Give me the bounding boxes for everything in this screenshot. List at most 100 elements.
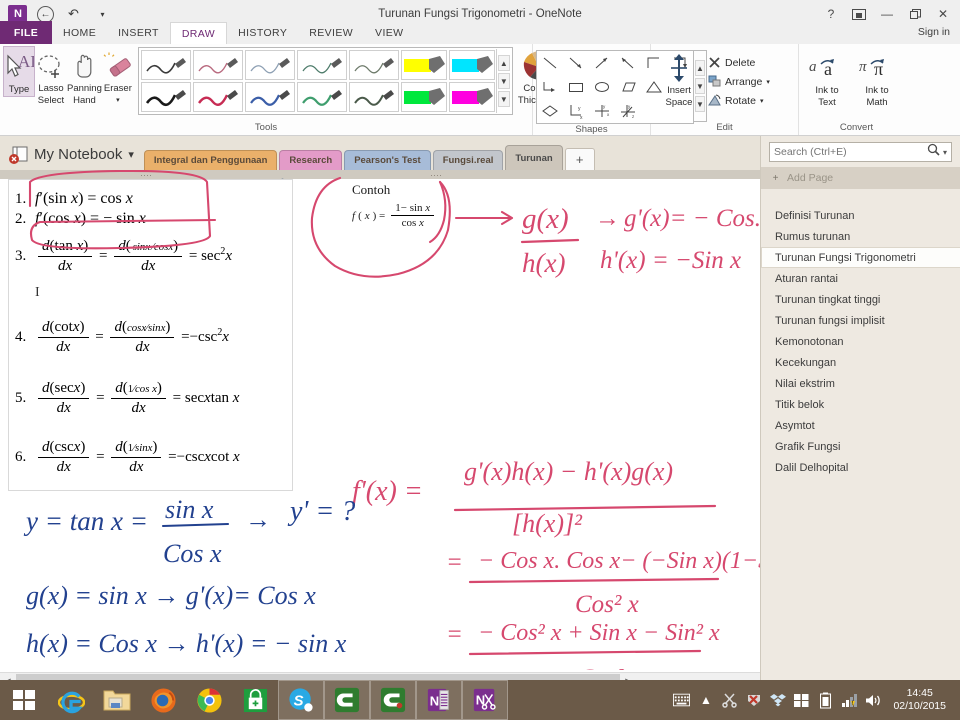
page-item-grafik-fungsi[interactable]: Grafik Fungsi [761,436,960,457]
taskbar-onenote[interactable]: N [416,680,462,720]
section-tab-pearsons-test[interactable]: Pearson's Test [344,150,431,170]
eraser-button[interactable]: Eraser ▾ [102,46,134,107]
windows-icon[interactable] [793,692,810,709]
sign-in-link[interactable]: Sign in [918,26,950,38]
antivirus-icon[interactable] [745,692,762,709]
dropbox-icon[interactable] [769,692,786,709]
tab-history[interactable]: HISTORY [227,21,298,44]
show-hidden-icons-icon[interactable]: ▲ [697,692,714,709]
add-page-button[interactable]: + Add Page [761,167,960,189]
taskbar-clock[interactable]: 14:45 02/10/2015 [889,687,954,713]
pen-gallery[interactable]: ▲ ▼ ▼ [137,47,513,115]
pen-swatch-9[interactable] [296,82,347,112]
contoh-text-container[interactable]: Contoh f(x) = 1− sin x cos x [352,182,472,229]
highlighter-swatch-4[interactable] [448,82,495,112]
shape-rectangle-icon[interactable] [563,75,589,99]
delete-button[interactable]: Delete [704,53,774,72]
shape-arrow-up-left-icon[interactable] [615,51,641,75]
ink-to-math-button[interactable]: π π Ink to Math [852,48,902,109]
page-item-turunan-tingkat-tinggi[interactable]: Turunan tingkat tinggi [761,289,960,310]
rotate-button[interactable]: Rotate ▾ [704,91,774,110]
page-item-asymtot[interactable]: Asymtot [761,415,960,436]
page-item-turunan-fungsi-trigonometri[interactable]: Turunan Fungsi Trigonometri [761,247,960,268]
panning-hand-button[interactable]: Panning Hand [67,46,102,107]
page-item-nilai-ekstrim[interactable]: Nilai ekstrim [761,373,960,394]
search-dropdown-icon[interactable]: ▾ [943,148,947,157]
shape-diamond-icon[interactable] [537,99,563,123]
shape-parallelogram-icon[interactable] [615,75,641,99]
notebook-dropdown-icon[interactable]: ▾ [128,148,134,161]
pen-scroll-up-icon[interactable]: ▲ [497,55,510,71]
taskbar-store[interactable] [232,680,278,720]
typed-formula-container[interactable]: 1. f′(sin x) = cos x 2. f′(cos x) = − si… [8,179,293,491]
section-tab-turunan[interactable]: Turunan [505,145,563,170]
shape-ellipse-icon[interactable] [589,75,615,99]
tab-file[interactable]: FILE [0,21,52,44]
taskbar-chrome[interactable] [186,680,232,720]
highlighter-swatch-1[interactable] [400,50,447,80]
taskbar-onenote-clipper[interactable]: N [462,680,508,720]
shape-line-icon[interactable] [537,51,563,75]
tab-home[interactable]: HOME [52,21,107,44]
search-icon[interactable] [927,143,940,161]
network-icon[interactable]: ! [841,692,858,709]
battery-icon[interactable] [817,692,834,709]
pen-swatch-10[interactable] [348,82,399,112]
page-item-rumus-turunan[interactable]: Rumus turunan [761,226,960,247]
shape-axes-icon[interactable]: yx [589,99,615,123]
shape-elbow-arrow-icon[interactable] [537,75,563,99]
section-tab-research[interactable]: Research [279,150,343,170]
pen-gallery-more-icon[interactable]: ▼ [497,91,510,107]
pen-swatch-7[interactable] [192,82,243,112]
pen-scroll-down-icon[interactable]: ▼ [497,73,510,89]
touch-keyboard-icon[interactable] [673,692,691,709]
snipping-tool-icon[interactable] [721,692,738,709]
page-item-turunan-fungsi-implisit[interactable]: Turunan fungsi implisit [761,310,960,331]
notebook-selector[interactable]: My Notebook ▾ [0,146,144,170]
tab-insert[interactable]: INSERT [107,21,170,44]
taskbar-skype[interactable]: S [278,680,324,720]
pen-swatch-3[interactable] [244,50,295,80]
section-tab-fungsi-real[interactable]: Fungsi.real [432,150,504,170]
taskbar-firefox[interactable] [140,680,186,720]
taskbar-internet-explorer[interactable] [48,680,94,720]
section-tab-integral[interactable]: Integral dan Penggunaan [143,150,278,170]
taskbar-camtasia-recorder[interactable] [370,680,416,720]
pen-swatch-2[interactable] [192,50,243,80]
shape-arrow-up-right-icon[interactable] [589,51,615,75]
pen-swatch-4[interactable] [296,50,347,80]
start-button[interactable] [0,680,48,720]
type-tool-button[interactable]: AI Type [3,46,35,97]
page-item-aturan-rantai[interactable]: Aturan rantai [761,268,960,289]
highlighter-swatch-2[interactable] [448,50,495,80]
tab-review[interactable]: REVIEW [298,21,364,44]
highlighter-swatch-3[interactable] [400,82,447,112]
add-section-button[interactable]: + [564,148,595,170]
pen-swatch-6[interactable] [140,82,191,112]
pen-swatch-5[interactable] [348,50,399,80]
page-item-dalil-delhopital[interactable]: Dalil Delhopital [761,457,960,478]
pen-swatch-8[interactable] [244,82,295,112]
page-canvas[interactable]: ···· ···· ◂▸ 1. f′(sin x) = cos x 2. f′(… [0,170,768,670]
arrange-button[interactable]: Arrange ▾ [704,72,774,91]
page-item-titik-belok[interactable]: Titik belok [761,394,960,415]
page-item-definisi-turunan[interactable]: Definisi Turunan [761,205,960,226]
page-item-kemonotonan[interactable]: Kemonotonan [761,331,960,352]
lasso-select-button[interactable]: Lasso Select [35,46,67,107]
container-handle-mid[interactable]: ···· [430,170,442,180]
shape-axes-3d-icon[interactable]: yz [615,99,641,123]
volume-icon[interactable] [865,692,882,709]
insert-space-button[interactable]: Insert Space [654,48,704,109]
tab-draw[interactable]: DRAW [169,22,228,45]
eraser-dropdown-icon[interactable]: ▾ [116,95,120,107]
taskbar-file-explorer[interactable] [94,680,140,720]
arrange-dropdown-icon[interactable]: ▾ [766,78,770,86]
shape-arrow-down-right-icon[interactable] [563,51,589,75]
tab-view[interactable]: VIEW [364,21,414,44]
pen-swatch-1[interactable] [140,50,191,80]
ink-to-text-button[interactable]: a a Ink to Text [802,48,852,109]
taskbar-camtasia[interactable] [324,680,370,720]
page-item-kecekungan[interactable]: Kecekungan [761,352,960,373]
search-input[interactable] [774,146,924,158]
pen-gallery-scroll[interactable]: ▲ ▼ ▼ [495,49,511,113]
